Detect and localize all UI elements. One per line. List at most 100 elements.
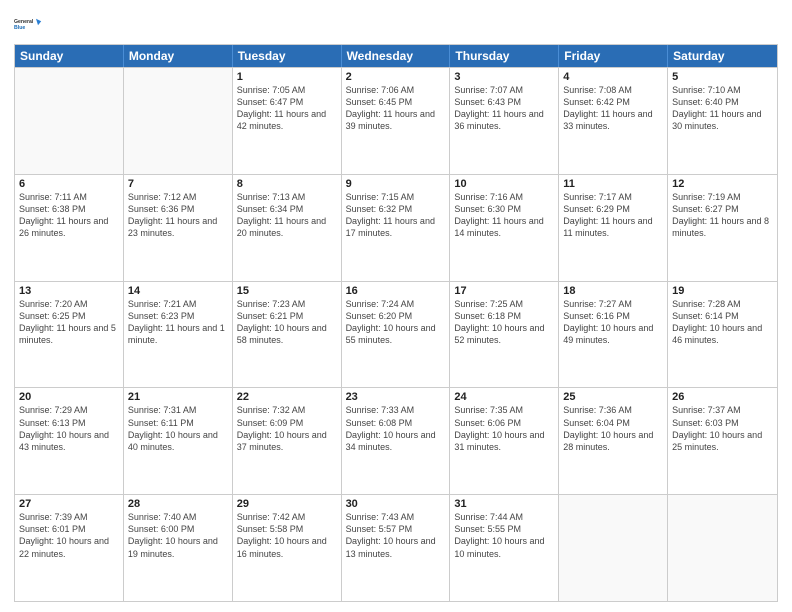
day-info: Sunrise: 7:31 AM Sunset: 6:11 PM Dayligh… [128,404,228,453]
day-info: Sunrise: 7:06 AM Sunset: 6:45 PM Dayligh… [346,84,446,133]
day-of-week-header: Wednesday [342,45,451,67]
calendar-cell: 25Sunrise: 7:36 AM Sunset: 6:04 PM Dayli… [559,388,668,494]
calendar-cell [15,68,124,174]
day-info: Sunrise: 7:07 AM Sunset: 6:43 PM Dayligh… [454,84,554,133]
calendar-cell: 28Sunrise: 7:40 AM Sunset: 6:00 PM Dayli… [124,495,233,601]
calendar-cell: 20Sunrise: 7:29 AM Sunset: 6:13 PM Dayli… [15,388,124,494]
day-number: 8 [237,178,337,190]
day-info: Sunrise: 7:08 AM Sunset: 6:42 PM Dayligh… [563,84,663,133]
day-number: 13 [19,285,119,297]
day-number: 21 [128,391,228,403]
logo: GeneralBlue [14,10,42,38]
day-number: 12 [672,178,773,190]
calendar-cell: 23Sunrise: 7:33 AM Sunset: 6:08 PM Dayli… [342,388,451,494]
day-info: Sunrise: 7:40 AM Sunset: 6:00 PM Dayligh… [128,511,228,560]
day-number: 31 [454,498,554,510]
day-info: Sunrise: 7:19 AM Sunset: 6:27 PM Dayligh… [672,191,773,240]
calendar-cell: 13Sunrise: 7:20 AM Sunset: 6:25 PM Dayli… [15,282,124,388]
day-of-week-header: Thursday [450,45,559,67]
day-of-week-header: Friday [559,45,668,67]
day-number: 3 [454,71,554,83]
calendar-cell: 18Sunrise: 7:27 AM Sunset: 6:16 PM Dayli… [559,282,668,388]
calendar-cell: 22Sunrise: 7:32 AM Sunset: 6:09 PM Dayli… [233,388,342,494]
calendar-cell: 7Sunrise: 7:12 AM Sunset: 6:36 PM Daylig… [124,175,233,281]
day-info: Sunrise: 7:35 AM Sunset: 6:06 PM Dayligh… [454,404,554,453]
calendar-week: 6Sunrise: 7:11 AM Sunset: 6:38 PM Daylig… [15,174,777,281]
day-number: 4 [563,71,663,83]
day-info: Sunrise: 7:25 AM Sunset: 6:18 PM Dayligh… [454,298,554,347]
calendar-week: 1Sunrise: 7:05 AM Sunset: 6:47 PM Daylig… [15,67,777,174]
day-info: Sunrise: 7:42 AM Sunset: 5:58 PM Dayligh… [237,511,337,560]
day-number: 27 [19,498,119,510]
calendar-cell: 19Sunrise: 7:28 AM Sunset: 6:14 PM Dayli… [668,282,777,388]
day-info: Sunrise: 7:10 AM Sunset: 6:40 PM Dayligh… [672,84,773,133]
day-number: 15 [237,285,337,297]
day-info: Sunrise: 7:39 AM Sunset: 6:01 PM Dayligh… [19,511,119,560]
day-number: 9 [346,178,446,190]
page: GeneralBlue SundayMondayTuesdayWednesday… [0,0,792,612]
day-number: 17 [454,285,554,297]
day-number: 7 [128,178,228,190]
day-info: Sunrise: 7:23 AM Sunset: 6:21 PM Dayligh… [237,298,337,347]
calendar-cell: 11Sunrise: 7:17 AM Sunset: 6:29 PM Dayli… [559,175,668,281]
day-info: Sunrise: 7:20 AM Sunset: 6:25 PM Dayligh… [19,298,119,347]
day-number: 26 [672,391,773,403]
day-number: 29 [237,498,337,510]
day-info: Sunrise: 7:15 AM Sunset: 6:32 PM Dayligh… [346,191,446,240]
calendar-cell: 2Sunrise: 7:06 AM Sunset: 6:45 PM Daylig… [342,68,451,174]
calendar-cell [668,495,777,601]
day-info: Sunrise: 7:44 AM Sunset: 5:55 PM Dayligh… [454,511,554,560]
day-number: 16 [346,285,446,297]
calendar-week: 20Sunrise: 7:29 AM Sunset: 6:13 PM Dayli… [15,387,777,494]
calendar-cell: 14Sunrise: 7:21 AM Sunset: 6:23 PM Dayli… [124,282,233,388]
day-info: Sunrise: 7:43 AM Sunset: 5:57 PM Dayligh… [346,511,446,560]
calendar-cell: 30Sunrise: 7:43 AM Sunset: 5:57 PM Dayli… [342,495,451,601]
calendar-cell: 16Sunrise: 7:24 AM Sunset: 6:20 PM Dayli… [342,282,451,388]
day-number: 6 [19,178,119,190]
svg-text:General: General [14,19,34,25]
calendar-cell: 8Sunrise: 7:13 AM Sunset: 6:34 PM Daylig… [233,175,342,281]
calendar-cell: 1Sunrise: 7:05 AM Sunset: 6:47 PM Daylig… [233,68,342,174]
header: GeneralBlue [14,10,778,38]
calendar: SundayMondayTuesdayWednesdayThursdayFrid… [14,44,778,602]
day-of-week-header: Sunday [15,45,124,67]
calendar-cell: 4Sunrise: 7:08 AM Sunset: 6:42 PM Daylig… [559,68,668,174]
day-info: Sunrise: 7:24 AM Sunset: 6:20 PM Dayligh… [346,298,446,347]
calendar-cell: 27Sunrise: 7:39 AM Sunset: 6:01 PM Dayli… [15,495,124,601]
calendar-cell [124,68,233,174]
day-info: Sunrise: 7:05 AM Sunset: 6:47 PM Dayligh… [237,84,337,133]
day-number: 1 [237,71,337,83]
day-number: 30 [346,498,446,510]
day-of-week-header: Tuesday [233,45,342,67]
day-info: Sunrise: 7:32 AM Sunset: 6:09 PM Dayligh… [237,404,337,453]
day-number: 23 [346,391,446,403]
day-info: Sunrise: 7:13 AM Sunset: 6:34 PM Dayligh… [237,191,337,240]
day-number: 18 [563,285,663,297]
day-info: Sunrise: 7:29 AM Sunset: 6:13 PM Dayligh… [19,404,119,453]
day-of-week-header: Saturday [668,45,777,67]
calendar-cell: 24Sunrise: 7:35 AM Sunset: 6:06 PM Dayli… [450,388,559,494]
day-number: 5 [672,71,773,83]
calendar-cell: 10Sunrise: 7:16 AM Sunset: 6:30 PM Dayli… [450,175,559,281]
day-info: Sunrise: 7:27 AM Sunset: 6:16 PM Dayligh… [563,298,663,347]
day-number: 22 [237,391,337,403]
day-number: 11 [563,178,663,190]
day-info: Sunrise: 7:36 AM Sunset: 6:04 PM Dayligh… [563,404,663,453]
day-info: Sunrise: 7:16 AM Sunset: 6:30 PM Dayligh… [454,191,554,240]
calendar-cell: 12Sunrise: 7:19 AM Sunset: 6:27 PM Dayli… [668,175,777,281]
day-number: 14 [128,285,228,297]
day-info: Sunrise: 7:12 AM Sunset: 6:36 PM Dayligh… [128,191,228,240]
day-number: 24 [454,391,554,403]
day-number: 28 [128,498,228,510]
day-info: Sunrise: 7:17 AM Sunset: 6:29 PM Dayligh… [563,191,663,240]
calendar-body: 1Sunrise: 7:05 AM Sunset: 6:47 PM Daylig… [15,67,777,601]
day-info: Sunrise: 7:33 AM Sunset: 6:08 PM Dayligh… [346,404,446,453]
day-number: 20 [19,391,119,403]
calendar-cell: 9Sunrise: 7:15 AM Sunset: 6:32 PM Daylig… [342,175,451,281]
calendar-week: 13Sunrise: 7:20 AM Sunset: 6:25 PM Dayli… [15,281,777,388]
calendar-week: 27Sunrise: 7:39 AM Sunset: 6:01 PM Dayli… [15,494,777,601]
svg-text:Blue: Blue [14,25,25,31]
day-number: 2 [346,71,446,83]
day-of-week-header: Monday [124,45,233,67]
day-info: Sunrise: 7:11 AM Sunset: 6:38 PM Dayligh… [19,191,119,240]
